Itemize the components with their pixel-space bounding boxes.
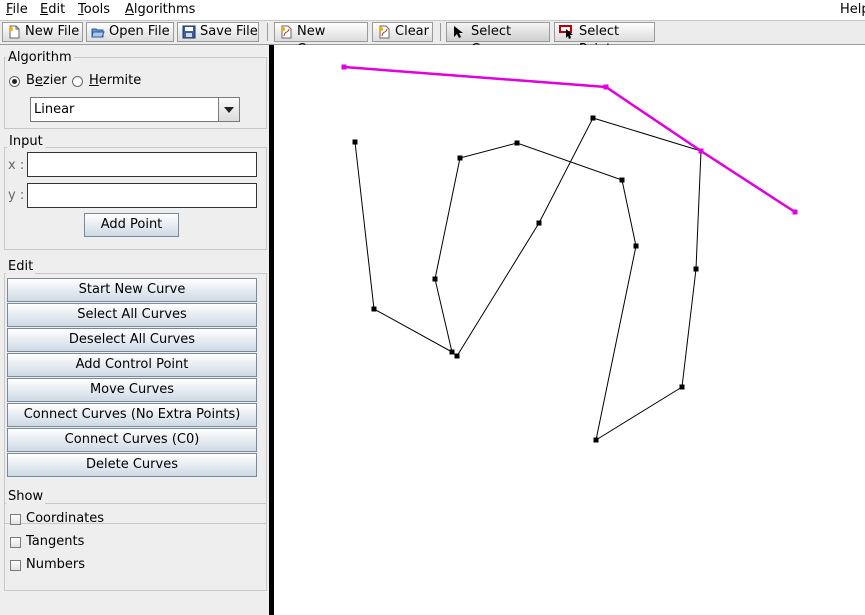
menu-help[interactable]: Help bbox=[840, 2, 865, 17]
new-curve-button[interactable]: New Curve bbox=[274, 22, 368, 57]
toolbar: New File Open File Save File New Curve C… bbox=[0, 21, 865, 57]
hermite-radio[interactable] bbox=[72, 76, 83, 87]
control-point-2[interactable] bbox=[371, 306, 377, 312]
connect-curves-c0-button[interactable]: Connect Curves (C0) bbox=[7, 428, 257, 452]
selected-control-point-4[interactable] bbox=[792, 209, 798, 215]
control-point-8[interactable] bbox=[633, 243, 639, 249]
input-group-title: Input bbox=[7, 134, 45, 149]
move-curves-button[interactable]: Move Curves bbox=[7, 378, 257, 402]
select-point-button[interactable]: Select Point bbox=[554, 22, 655, 57]
control-point-14[interactable] bbox=[536, 220, 542, 226]
toolbar-separator bbox=[440, 23, 441, 41]
tangents-checkbox[interactable] bbox=[10, 537, 21, 548]
numbers-label[interactable]: Numbers bbox=[26, 557, 85, 572]
selected-curve-polyline[interactable] bbox=[343, 65, 796, 214]
connect-curves-no-extra-points-button[interactable]: Connect Curves (No Extra Points) bbox=[7, 403, 257, 427]
selected-control-points bbox=[341, 64, 798, 215]
select-all-curves-button[interactable]: Select All Curves bbox=[7, 303, 257, 327]
toolbar-separator bbox=[267, 23, 268, 41]
delete-curves-button[interactable]: Delete Curves bbox=[7, 453, 257, 477]
chevron-down-icon[interactable] bbox=[218, 98, 239, 121]
control-points bbox=[352, 115, 704, 443]
new-file-icon bbox=[9, 25, 20, 39]
clear-icon bbox=[379, 25, 390, 39]
y-label: y : bbox=[8, 188, 25, 203]
bezier-label[interactable]: Bezier bbox=[26, 73, 67, 88]
hermite-label[interactable]: Hermite bbox=[89, 73, 141, 88]
curve-polyline[interactable] bbox=[354, 117, 702, 442]
control-point-15[interactable] bbox=[454, 353, 460, 359]
open-folder-icon bbox=[91, 28, 105, 38]
algorithm-mode-value: Linear bbox=[34, 102, 75, 117]
arrow-cursor-icon bbox=[454, 26, 463, 38]
control-point-7[interactable] bbox=[619, 177, 625, 183]
select-point-icon bbox=[559, 25, 573, 39]
control-panel: Algorithm Bezier Hermite Linear Input x … bbox=[0, 45, 269, 615]
drawing-canvas[interactable] bbox=[274, 45, 865, 615]
deselect-all-curves-button[interactable]: Deselect All Curves bbox=[7, 328, 257, 352]
menu-file[interactable]: File bbox=[6, 2, 28, 17]
open-file-button[interactable]: Open File bbox=[86, 22, 174, 42]
selected-control-point-1[interactable] bbox=[341, 64, 347, 70]
curves-drawing[interactable] bbox=[274, 45, 865, 615]
floppy-disk-icon bbox=[182, 25, 196, 39]
menu-bar: File Edit Tools Algorithms Help bbox=[0, 0, 865, 21]
y-input[interactable] bbox=[27, 183, 257, 208]
selected-control-point-3[interactable] bbox=[698, 148, 704, 154]
control-point-4[interactable] bbox=[432, 276, 438, 282]
control-point-1[interactable] bbox=[352, 139, 358, 145]
x-label: x : bbox=[8, 158, 25, 173]
edit-group-title: Edit bbox=[6, 259, 36, 274]
menu-edit[interactable]: Edit bbox=[40, 2, 65, 17]
show-group-title: Show bbox=[6, 489, 46, 504]
x-input[interactable] bbox=[27, 152, 257, 177]
select-curve-button[interactable]: Select Curve bbox=[446, 22, 550, 57]
selected-control-point-2[interactable] bbox=[603, 84, 609, 90]
bezier-radio[interactable] bbox=[9, 76, 20, 87]
menu-tools[interactable]: Tools bbox=[78, 2, 110, 17]
algorithm-mode-select[interactable]: Linear bbox=[30, 97, 240, 122]
control-point-5[interactable] bbox=[457, 155, 463, 161]
new-file-button[interactable]: New File bbox=[2, 22, 83, 42]
menu-algorithms[interactable]: Algorithms bbox=[125, 2, 195, 17]
control-point-10[interactable] bbox=[679, 384, 685, 390]
clear-button[interactable]: Clear bbox=[372, 22, 433, 42]
coordinates-checkbox[interactable] bbox=[10, 514, 21, 525]
control-point-9[interactable] bbox=[593, 437, 599, 443]
control-point-6[interactable] bbox=[514, 140, 520, 146]
add-control-point-button[interactable]: Add Control Point bbox=[7, 353, 257, 377]
coordinates-label[interactable]: Coordinates bbox=[26, 511, 104, 526]
control-point-11[interactable] bbox=[693, 266, 699, 272]
start-new-curve-button[interactable]: Start New Curve bbox=[7, 278, 257, 302]
numbers-checkbox[interactable] bbox=[10, 560, 21, 571]
add-point-button[interactable]: Add Point bbox=[84, 213, 179, 237]
new-curve-icon bbox=[281, 25, 292, 39]
save-file-button[interactable]: Save File bbox=[177, 22, 259, 42]
control-point-3[interactable] bbox=[449, 349, 455, 355]
control-point-13[interactable] bbox=[590, 115, 596, 121]
algorithm-group-title: Algorithm bbox=[6, 50, 74, 65]
tangents-label[interactable]: Tangents bbox=[26, 534, 84, 549]
